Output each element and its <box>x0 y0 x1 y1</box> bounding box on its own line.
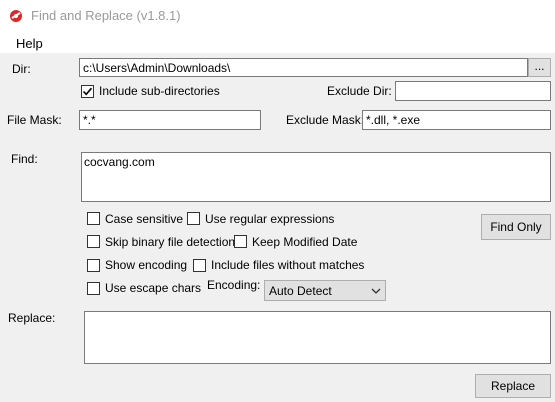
menu-bar: Help <box>0 31 555 53</box>
exclude-dir-input[interactable] <box>395 81 551 101</box>
dir-label: Dir: <box>12 62 31 76</box>
case-sensitive-checkbox[interactable] <box>87 212 100 225</box>
exclude-mask-label: Exclude Mask: <box>286 113 365 127</box>
app-logo-icon <box>9 9 23 23</box>
file-mask-label: File Mask: <box>7 113 62 127</box>
encoding-select[interactable]: Auto Detect <box>264 280 386 301</box>
use-escape-chars-label: Use escape chars <box>105 281 202 295</box>
show-encoding-label: Show encoding <box>105 258 188 272</box>
encoding-label: Encoding: <box>207 278 261 292</box>
include-subdirs-checkbox[interactable] <box>81 85 94 98</box>
skip-binary-label: Skip binary file detection <box>105 235 236 249</box>
keep-modified-date-label: Keep Modified Date <box>252 235 358 249</box>
title-bar: Find and Replace (v1.8.1) <box>0 0 555 31</box>
show-encoding-checkbox[interactable] <box>87 259 100 272</box>
use-regex-label: Use regular expressions <box>205 212 335 226</box>
include-subdirs-label: Include sub-directories <box>99 84 220 98</box>
chevron-down-icon <box>371 285 381 299</box>
window-title: Find and Replace (v1.8.1) <box>31 8 181 23</box>
checkmark-icon <box>82 87 93 96</box>
include-no-matches-checkbox[interactable] <box>193 259 206 272</box>
replace-button[interactable]: Replace <box>475 374 551 398</box>
exclude-dir-label: Exclude Dir: <box>327 84 392 98</box>
find-textarea[interactable]: cocvang.com <box>81 152 551 202</box>
skip-binary-checkbox[interactable] <box>87 235 100 248</box>
exclude-mask-input[interactable]: *.dll, *.exe <box>362 110 551 130</box>
browse-button[interactable]: ... <box>528 58 551 77</box>
find-replace-window: Find and Replace (v1.8.1) Help Dir: c:\U… <box>0 0 555 402</box>
case-sensitive-label: Case sensitive <box>105 212 184 226</box>
use-escape-chars-checkbox[interactable] <box>87 282 100 295</box>
encoding-selected-value: Auto Detect <box>269 284 332 298</box>
find-only-button[interactable]: Find Only <box>481 214 551 240</box>
keep-modified-date-checkbox[interactable] <box>234 235 247 248</box>
dir-input[interactable]: c:\Users\Admin\Downloads\ <box>79 58 528 77</box>
use-regex-checkbox[interactable] <box>187 212 200 225</box>
replace-textarea[interactable] <box>84 311 551 364</box>
file-mask-input[interactable]: *.* <box>79 110 261 130</box>
include-no-matches-label: Include files without matches <box>211 258 365 272</box>
find-label: Find: <box>11 152 38 166</box>
menu-help[interactable]: Help <box>16 36 43 51</box>
replace-label: Replace: <box>8 311 56 325</box>
